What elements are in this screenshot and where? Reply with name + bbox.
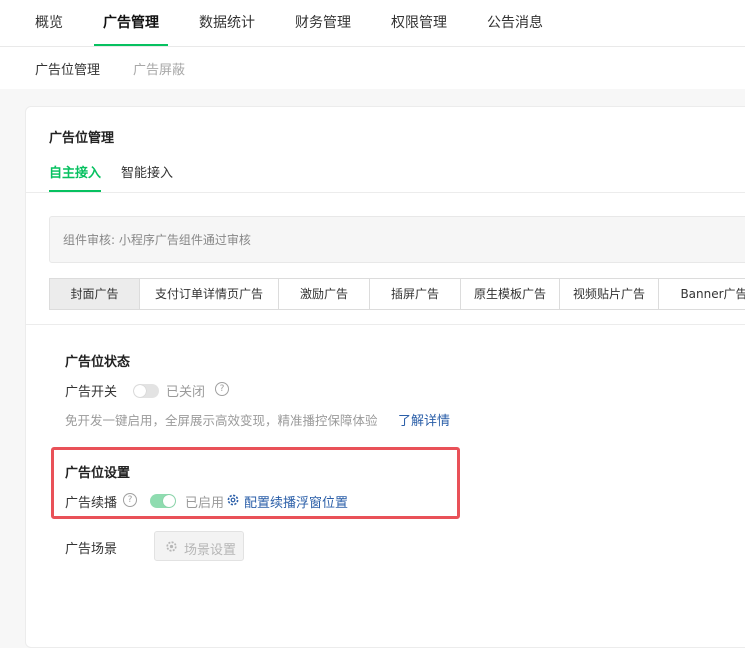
tabs-divider	[26, 192, 745, 193]
nav-tab-ad-management[interactable]: 广告管理	[94, 0, 168, 46]
subnav-ad-blocking[interactable]: 广告屏蔽	[133, 59, 185, 78]
nav-tab-finance[interactable]: 财务管理	[295, 0, 351, 46]
nav-tab-announcements[interactable]: 公告消息	[487, 0, 543, 46]
ad-switch-toggle[interactable]	[133, 384, 159, 398]
help-icon[interactable]: ?	[215, 382, 229, 396]
ad-type-video-preroll[interactable]: 视频贴片广告	[560, 279, 659, 309]
nav-tab-overview[interactable]: 概览	[35, 0, 63, 46]
review-notice: 组件审核: 小程序广告组件通过审核	[49, 216, 745, 263]
ad-switch-state: 已关闭	[166, 385, 206, 400]
learn-more-link[interactable]: 了解详情	[398, 410, 450, 429]
ad-type-selector: 封面广告 支付订单详情页广告 激励广告 插屏广告 原生模板广告 视频贴片广告 B…	[49, 278, 745, 310]
tab-smart-access[interactable]: 智能接入	[121, 162, 173, 181]
subnav-ad-slot-management[interactable]: 广告位管理	[35, 59, 100, 78]
ad-switch-label: 广告开关	[65, 385, 118, 400]
scene-settings-label: 场景设置	[184, 543, 237, 558]
gear-icon	[166, 541, 177, 552]
top-nav: 概览 广告管理 数据统计 财务管理 权限管理 公告消息	[0, 0, 745, 47]
section-divider	[26, 324, 745, 325]
ad-type-payment-detail[interactable]: 支付订单详情页广告	[140, 279, 279, 309]
ad-slot-card: 广告位管理 自主接入 智能接入 组件审核: 小程序广告组件通过审核 封面广告 支…	[25, 106, 745, 648]
review-notice-text: 组件审核: 小程序广告组件通过审核	[63, 233, 251, 247]
status-description: 免开发一键启用，全屏展示高效变现，精准播控保障体验	[65, 413, 378, 428]
status-section-title: 广告位状态	[65, 355, 131, 370]
ad-type-cover[interactable]: 封面广告	[50, 279, 140, 309]
ad-type-native-template[interactable]: 原生模板广告	[461, 279, 560, 309]
switch-knob	[134, 385, 146, 397]
ad-type-banner[interactable]: Banner广告	[659, 279, 745, 309]
tab-self-access[interactable]: 自主接入	[49, 162, 102, 192]
nav-tab-statistics[interactable]: 数据统计	[199, 0, 255, 46]
ad-type-interstitial[interactable]: 插屏广告	[370, 279, 461, 309]
nav-tab-permissions[interactable]: 权限管理	[391, 0, 447, 46]
card-title: 广告位管理	[49, 131, 115, 146]
ad-scene-label: 广告场景	[65, 542, 118, 557]
scene-settings-button[interactable]: 场景设置	[154, 531, 244, 561]
ad-type-rewarded[interactable]: 激励广告	[279, 279, 370, 309]
highlight-box	[51, 447, 460, 519]
sub-nav: 广告位管理 广告屏蔽	[0, 47, 745, 89]
